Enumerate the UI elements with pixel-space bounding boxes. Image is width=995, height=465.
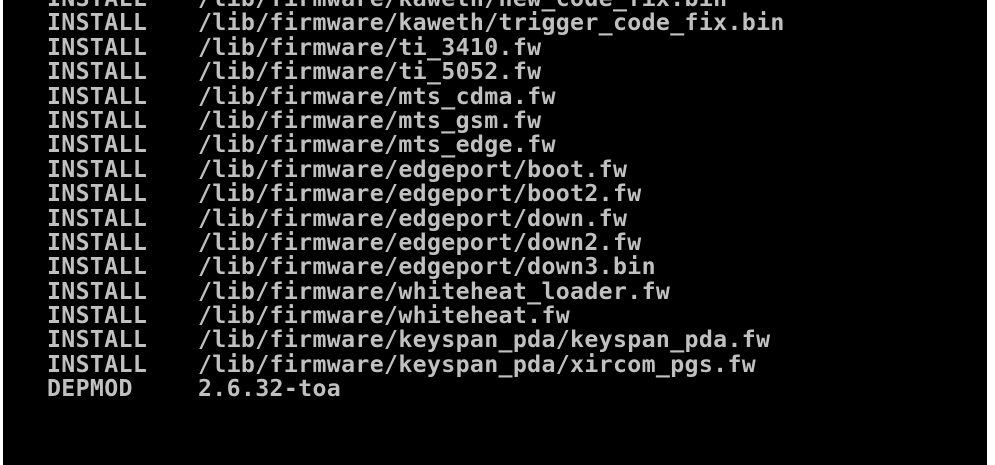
file-path: /lib/firmware/edgeport/down3.bin [198,253,656,281]
file-path: /lib/firmware/kaweth/trigger_code_fix.bi… [198,9,785,37]
file-path: /lib/firmware/edgeport/down.fw [198,204,628,232]
file-path: /lib/firmware/mts_gsm.fw [198,106,542,134]
terminal-line: INSTALL/lib/firmware/kaweth/trigger_code… [47,9,785,37]
terminal-window[interactable]: INSTALL/lib/firmware/kaweth/new_code_fix… [3,0,987,465]
terminal-line: DEPMOD 2.6.32-toa [47,375,785,403]
file-path: /lib/firmware/whiteheat_loader.fw [198,277,671,305]
command-name: INSTALL [47,58,148,86]
terminal-line: INSTALL/lib/firmware/ti_3410.fw [47,33,785,61]
terminal-line: INSTALL/lib/firmware/whiteheat_loader.fw [47,277,785,305]
command-name: INSTALL [47,253,148,281]
file-path: /lib/firmware/mts_cdma.fw [198,82,556,110]
terminal-line: INSTALL/lib/firmware/edgeport/down2.fw [47,228,785,256]
command-name: DEPMOD [47,375,133,403]
file-path: /lib/firmware/edgeport/boot.fw [198,155,628,183]
command-name: INSTALL [47,326,148,354]
file-path: /lib/firmware/keyspan_pda/xircom_pgs.fw [198,350,757,378]
terminal-line: INSTALL/lib/firmware/mts_cdma.fw [47,82,785,110]
terminal-line: INSTALL/lib/firmware/edgeport/boot2.fw [47,180,785,208]
terminal-line: INSTALL/lib/firmware/ti_5052.fw [47,58,785,86]
terminal-line: INSTALL/lib/firmware/edgeport/down3.bin [47,253,785,281]
file-path: /lib/firmware/keyspan_pda/keyspan_pda.fw [198,326,771,354]
terminal-line: INSTALL/lib/firmware/edgeport/down.fw [47,204,785,232]
terminal-output: INSTALL/lib/firmware/kaweth/new_code_fix… [47,0,785,402]
command-name: INSTALL [47,350,148,378]
command-name: INSTALL [47,228,148,256]
command-name: INSTALL [47,9,148,37]
terminal-line: INSTALL/lib/firmware/mts_edge.fw [47,131,785,159]
file-path: /lib/firmware/edgeport/down2.fw [198,228,642,256]
terminal-line: INSTALL/lib/firmware/whiteheat.fw [47,302,785,330]
command-name: INSTALL [47,33,148,61]
file-path: /lib/firmware/mts_edge.fw [198,131,556,159]
file-path: /lib/firmware/edgeport/boot2.fw [198,180,642,208]
terminal-line: INSTALL/lib/firmware/edgeport/boot.fw [47,155,785,183]
command-name: INSTALL [47,277,148,305]
command-name: INSTALL [47,82,148,110]
terminal-line: INSTALL/lib/firmware/keyspan_pda/keyspan… [47,326,785,354]
command-name: INSTALL [47,302,148,330]
command-name: INSTALL [47,131,148,159]
terminal-line: INSTALL/lib/firmware/keyspan_pda/xircom_… [47,350,785,378]
command-name: INSTALL [47,204,148,232]
command-name: INSTALL [47,180,148,208]
command-name: INSTALL [47,106,148,134]
file-path: /lib/firmware/whiteheat.fw [198,302,571,330]
command-name: INSTALL [47,155,148,183]
terminal-line: INSTALL/lib/firmware/mts_gsm.fw [47,106,785,134]
file-path: /lib/firmware/ti_5052.fw [198,58,542,86]
file-path: 2.6.32-toa [198,375,342,403]
file-path: /lib/firmware/ti_3410.fw [198,33,542,61]
